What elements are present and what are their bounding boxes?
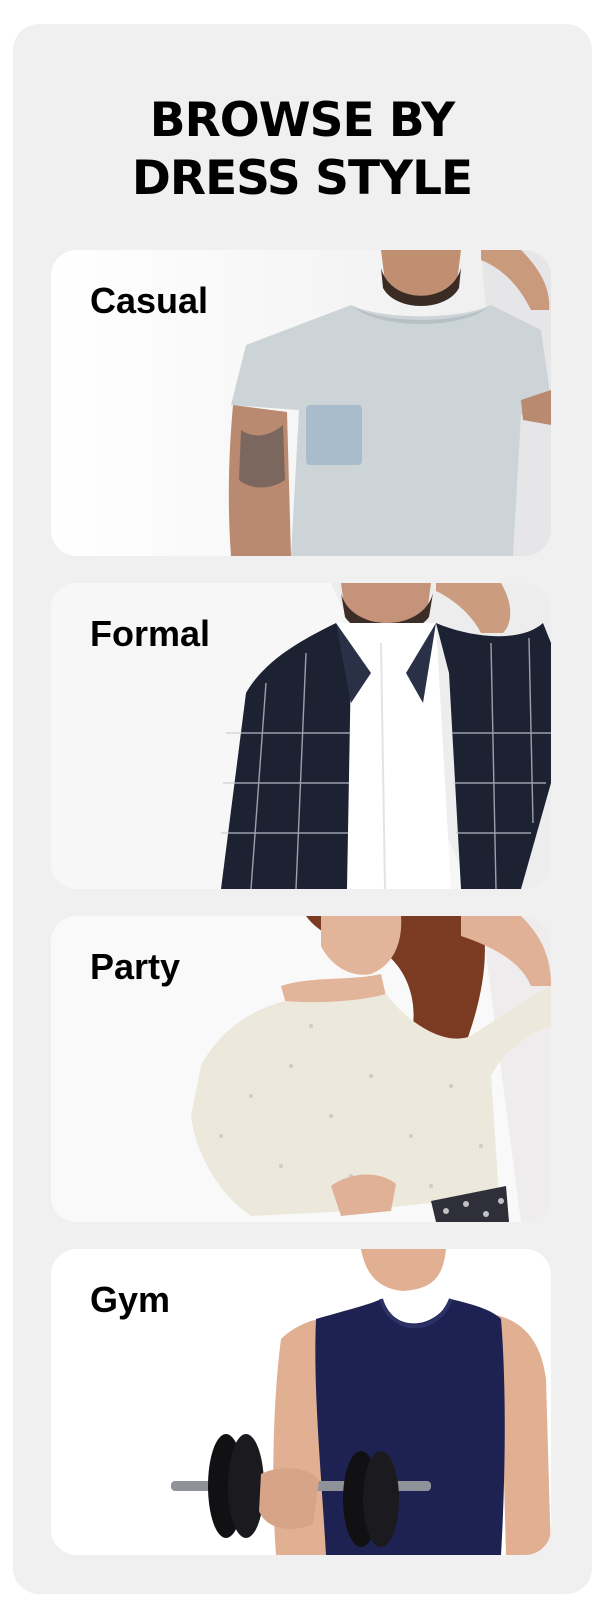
style-card-casual[interactable]: Casual <box>51 250 551 556</box>
style-label: Gym <box>90 1279 171 1320</box>
heading-line-1: BROWSE BY <box>149 93 455 148</box>
section-heading: BROWSE BY DRESS STYLE <box>0 92 604 208</box>
style-card-gym[interactable]: Gym <box>51 1249 551 1555</box>
style-card-formal[interactable]: Formal <box>51 583 551 889</box>
style-label: Formal <box>90 613 211 654</box>
style-label: Casual <box>90 280 209 321</box>
style-card-party[interactable]: Party <box>51 916 551 1222</box>
heading-line-2: DRESS STYLE <box>131 151 473 206</box>
style-label: Party <box>90 946 181 987</box>
